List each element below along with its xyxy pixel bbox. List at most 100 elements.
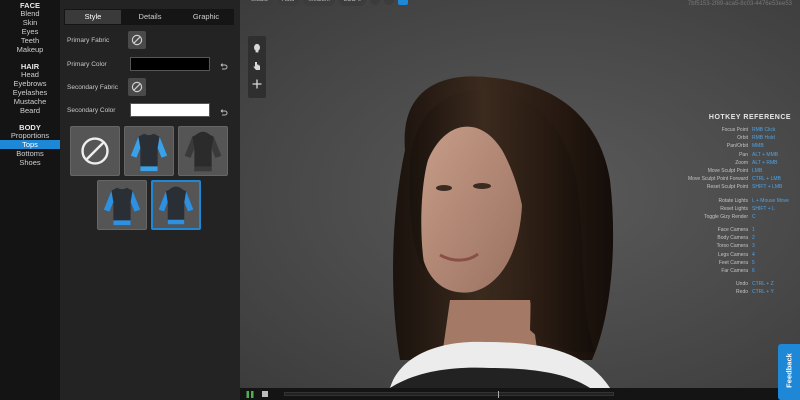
secondary-color-swatch[interactable] xyxy=(130,103,210,117)
primary-color-label: Primary Color xyxy=(67,61,107,68)
viewport-toolbar: Studio Auto Medium LOD 0 xyxy=(240,0,409,6)
hotkey-binding: 3 xyxy=(752,243,755,250)
sidebar-item-eyelashes[interactable]: Eyelashes xyxy=(0,88,60,97)
tab-graphic[interactable]: Graphic xyxy=(178,9,234,25)
tab-details[interactable]: Details xyxy=(122,9,178,25)
hotkey-action: Zoom xyxy=(735,159,748,166)
sidebar-item-makeup[interactable]: Makeup xyxy=(0,45,60,54)
hotkey-action: Undo xyxy=(736,281,748,288)
sidebar-item-eyebrows[interactable]: Eyebrows xyxy=(0,79,60,88)
eye-left xyxy=(436,185,452,191)
sidebar-item-head[interactable]: Head xyxy=(0,70,60,79)
sidebar-item-proportions[interactable]: Proportions xyxy=(0,131,60,140)
hotkey-binding: RMB Click xyxy=(752,127,776,133)
style-option-none[interactable] xyxy=(70,126,120,176)
feedback-tab[interactable]: Feedback xyxy=(778,344,800,400)
hotkey-binding: RMB Hold xyxy=(752,135,775,142)
undo-icon xyxy=(220,109,228,116)
hotkey-binding: CTRL + LMB xyxy=(752,176,781,183)
hotkey-action: Reset Lights xyxy=(720,205,748,212)
style-option-crew-sleeve-blue[interactable] xyxy=(124,126,174,176)
toolbar-auto[interactable]: Auto xyxy=(277,0,300,6)
stop-button[interactable] xyxy=(262,391,268,397)
no-fabric-icon xyxy=(131,81,143,93)
help-icon[interactable] xyxy=(384,0,395,5)
hotkey-action: Face Camera xyxy=(717,227,748,234)
toolbar-lod-0[interactable]: LOD 0 xyxy=(338,0,367,6)
primary-fabric-button[interactable] xyxy=(128,31,146,49)
hotkey-action: Body Camera xyxy=(717,235,748,242)
viewport-tools xyxy=(248,36,266,98)
hotkey-row: Feet Camera 5 xyxy=(680,259,798,267)
secondary-fabric-label: Secondary Fabric xyxy=(67,84,118,91)
primary-color-reset-button[interactable] xyxy=(218,59,228,70)
hotkey-row: Torso Camera 3 xyxy=(680,242,798,250)
timeline-track[interactable] xyxy=(284,391,614,398)
sidebar-item-shoes[interactable]: Shoes xyxy=(0,158,60,167)
hotkey-action: Orbit xyxy=(737,135,748,142)
hotkey-row: Focus Point RMB Click xyxy=(680,126,798,134)
sidebar-item-blend[interactable]: Blend xyxy=(0,9,60,18)
primary-fabric-label: Primary Fabric xyxy=(67,37,110,44)
style-option-hoodie-dark[interactable] xyxy=(178,126,228,176)
toolbar-studio[interactable]: Studio xyxy=(246,0,274,6)
toolbar-medium[interactable]: Medium xyxy=(303,0,335,6)
sidebar-item-mustache[interactable]: Mustache xyxy=(0,97,60,106)
hotkey-action: Move Sculpt Point xyxy=(707,167,748,174)
settings-icon[interactable] xyxy=(370,0,381,5)
section-body: BODY xyxy=(19,123,41,132)
hotkey-binding: CTRL + Z xyxy=(752,281,774,288)
sidebar-item-bottoms[interactable]: Bottoms xyxy=(0,149,60,158)
sidebar-item-teeth[interactable]: Teeth xyxy=(0,36,60,45)
secondary-color-reset-button[interactable] xyxy=(218,105,228,116)
hotkey-row: Zoom ALT + RMB xyxy=(680,159,798,167)
session-id: 7bf5153-2f89-aca5-8c03-4476e53ee53 xyxy=(687,1,792,7)
secondary-fabric-button[interactable] xyxy=(128,78,146,96)
sweater-icon xyxy=(184,131,222,172)
sidebar-item-tops[interactable]: Tops xyxy=(0,140,60,149)
pause-icon[interactable] xyxy=(246,391,254,398)
move-icon[interactable] xyxy=(252,76,262,89)
hotkey-binding: L + Mouse Move xyxy=(752,197,789,204)
hotkey-action: Legs Camera xyxy=(717,251,748,258)
section-face: FACE xyxy=(19,1,40,10)
hotkey-binding: CTRL + Y xyxy=(752,289,774,296)
character-creator: FACE Blend Skin Eyes Teeth Makeup HAIR Head Eyeb… xyxy=(0,0,800,400)
hotkey-action: Far Camera xyxy=(721,268,748,274)
hotkey-action: Focus Point xyxy=(721,127,748,133)
hotkey-row: Redo CTRL + Y xyxy=(680,288,798,296)
hotkey-row: Toggle Gizy Render C xyxy=(680,213,798,221)
undo-icon xyxy=(220,63,228,70)
hotkey-binding: LMB xyxy=(752,167,763,174)
section-hair: HAIR xyxy=(20,62,40,71)
hotkey-action: Pan/Orbit xyxy=(726,143,748,150)
options-panel: Style Details Graphic Primary Fabric Prima… xyxy=(60,0,240,400)
hotkey-binding: 4 xyxy=(752,251,755,258)
hand-cursor-icon[interactable] xyxy=(252,58,262,70)
sweater-icon xyxy=(130,133,168,172)
sidebar-item-beard[interactable]: Beard xyxy=(0,106,60,115)
hotkey-binding: SHIFT + LMB xyxy=(752,184,783,191)
hotkey-binding: C xyxy=(752,213,756,220)
hotkey-binding: ALT + MMB xyxy=(752,151,779,158)
secondary-color-label: Secondary Color xyxy=(67,107,116,114)
head-select-icon[interactable] xyxy=(252,40,262,53)
no-fabric-icon xyxy=(131,34,143,46)
sidebar-item-eyes[interactable]: Eyes xyxy=(0,27,60,36)
style-option-crew-band-blue[interactable] xyxy=(97,180,147,230)
no-style-icon xyxy=(81,137,109,165)
hotkey-row: Face Camera 1 xyxy=(680,226,798,234)
tab-style[interactable]: Style xyxy=(65,10,121,24)
grid-icon[interactable] xyxy=(398,0,409,5)
hotkey-row: Pan ALT + MMB xyxy=(680,151,798,159)
hotkey-action: Toggle Gizy Render xyxy=(704,213,748,220)
style-option-hoodie-blue-sleeves[interactable] xyxy=(151,180,201,230)
hotkey-action: Feet Camera xyxy=(718,259,748,266)
category-sidebar: FACE Blend Skin Eyes Teeth Makeup HAIR Head Eyeb… xyxy=(0,0,60,400)
hotkey-title: HOTKEY REFERENCE xyxy=(708,114,792,121)
3d-viewport[interactable]: Studio Auto Medium LOD 0 7bf5153-2f89-aca5-… xyxy=(240,0,800,388)
primary-color-swatch[interactable] xyxy=(130,57,210,71)
timeline-cursor[interactable] xyxy=(498,391,499,398)
sidebar-item-skin[interactable]: Skin xyxy=(0,18,60,27)
hotkey-row: Move Sculpt Point Forward CTRL + LMB xyxy=(680,175,798,183)
